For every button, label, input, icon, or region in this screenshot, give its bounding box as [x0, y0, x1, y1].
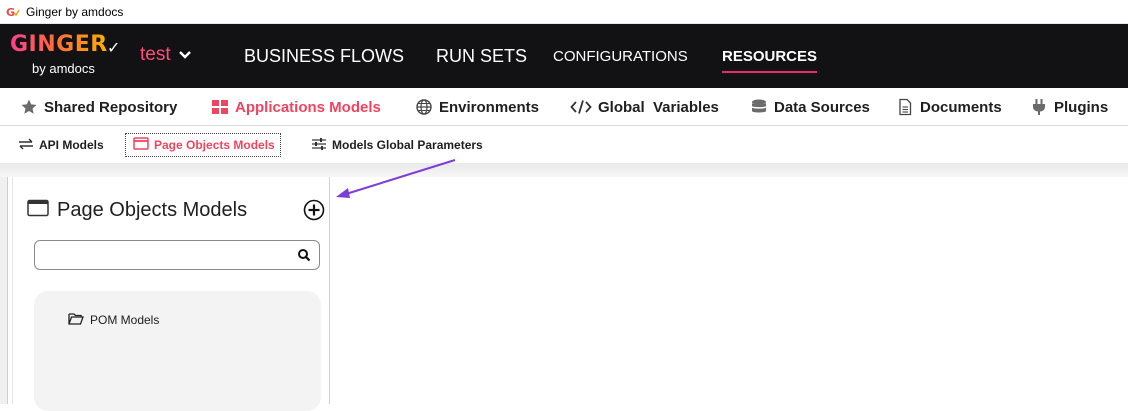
window-titlebar: G Ginger by amdocs [0, 0, 1128, 24]
ginger-logo: GINGER ✓ by amdocs [10, 32, 125, 82]
menu-label: API Models [39, 138, 104, 152]
search-box [34, 240, 320, 270]
logo-subtext: by amdocs [32, 61, 95, 76]
solution-name: test [140, 44, 171, 65]
chevron-down-icon [178, 48, 191, 63]
menu-label: Plugins [1054, 98, 1109, 116]
menu-label: Applications Models [235, 98, 381, 116]
panel-title: Page Objects Models [57, 199, 248, 221]
menu-shared-repository[interactable]: Shared Repository [20, 88, 177, 126]
menu-models-global-parameters[interactable]: Models Global Parameters [311, 127, 483, 163]
search-icon[interactable] [297, 248, 311, 262]
code-icon [570, 98, 592, 116]
page-objects-models-panel: Page Objects Models POM Models [12, 177, 330, 411]
window-icon [27, 199, 49, 222]
menu-label: Shared Repository [44, 98, 178, 116]
exchange-icon [18, 138, 34, 153]
window-title: Ginger by amdocs [26, 4, 124, 19]
resources-submenu: Shared Repository Applications Models En… [0, 88, 1128, 126]
panel-header: Page Objects Models [27, 199, 247, 222]
top-navigation-bar: GINGER ✓ by amdocs test BUSINESS FLOWS R… [0, 24, 1128, 88]
menu-environments[interactable]: Environments [415, 88, 539, 126]
tab-resources[interactable]: RESOURCES [722, 24, 818, 88]
menu-label: Data Sources [774, 98, 870, 116]
plus-circle-icon [303, 199, 325, 225]
menu-applications-models[interactable]: Applications Models [211, 88, 381, 126]
logo-check-icon: ✓ [107, 40, 121, 57]
pom-tree: POM Models [34, 291, 321, 411]
menu-documents[interactable]: Documents [896, 88, 1002, 126]
star-icon [20, 98, 38, 116]
menu-global-variables[interactable]: Global Variables [570, 88, 719, 126]
sliders-icon [311, 137, 327, 153]
tree-node-label: POM Models [90, 313, 160, 327]
menu-page-objects-models[interactable]: Page Objects Models [125, 127, 281, 163]
tab-business-flows[interactable]: BUSINESS FLOWS [244, 24, 404, 88]
svg-text:G: G [6, 6, 15, 19]
content-separator [0, 163, 1128, 177]
plug-icon [1030, 98, 1048, 116]
menu-api-models[interactable]: API Models [18, 127, 104, 163]
database-icon [750, 98, 768, 116]
panel-splitter[interactable] [0, 177, 8, 404]
menu-label: Environments [439, 98, 540, 116]
add-pom-button[interactable] [303, 199, 325, 221]
menu-label: Models Global Parameters [332, 138, 483, 152]
tab-resources-label: RESOURCES [722, 47, 818, 65]
menu-label: Page Objects Models [154, 138, 275, 152]
document-icon [896, 98, 914, 116]
search-input[interactable] [43, 245, 283, 265]
folder-open-icon [68, 312, 84, 328]
tab-configurations[interactable]: CONFIGURATIONS [553, 24, 688, 88]
tree-node-pom-models[interactable]: POM Models [68, 312, 159, 328]
logo-text: GINGER [10, 32, 108, 57]
menu-label: Global Variables [598, 98, 719, 116]
grid-icon [211, 98, 229, 116]
ginger-logo-icon: G [6, 5, 20, 19]
globe-icon [415, 98, 433, 116]
menu-data-sources[interactable]: Data Sources [750, 88, 870, 126]
solution-selector[interactable]: test [140, 44, 191, 66]
tab-run-sets[interactable]: RUN SETS [436, 24, 527, 88]
window-icon [133, 137, 149, 153]
active-tab-underline [722, 71, 818, 73]
application-models-submenu: API Models Page Objects Models Models Gl… [0, 127, 1128, 163]
menu-plugins[interactable]: Plugins [1030, 88, 1108, 126]
menu-label: Documents [920, 98, 1002, 116]
